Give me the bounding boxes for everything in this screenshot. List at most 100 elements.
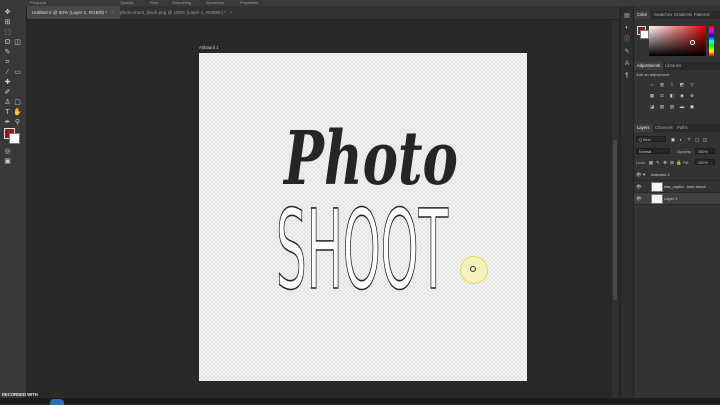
color-background-swatch[interactable] (640, 30, 649, 39)
marquee-tool-icon[interactable]: ⬚ (3, 29, 12, 37)
tab-libraries[interactable]: Libraries (662, 62, 684, 70)
scrollbar-thumb[interactable] (613, 140, 617, 300)
recorder-logo-icon (50, 399, 64, 405)
fill-field[interactable]: 100% (695, 159, 715, 165)
tab-label: photo shoot_black.png @ 100% (Layer 1, R… (120, 10, 227, 15)
recording-bar (0, 398, 720, 404)
hue-slider[interactable] (709, 26, 714, 56)
color-picker-field[interactable] (649, 26, 706, 56)
lock-pixels-icon[interactable]: ▦ (648, 160, 654, 165)
opacity-field[interactable]: 100% (695, 148, 715, 154)
background-color-swatch[interactable] (9, 133, 20, 144)
eraser-tool-icon[interactable]: ◫ (13, 39, 22, 47)
lock-position-icon[interactable]: ✥ (662, 160, 668, 165)
paragraph-icon[interactable]: ¶ (623, 72, 631, 80)
posterize-icon[interactable]: ▧ (659, 104, 665, 109)
character-icon[interactable]: A (623, 60, 631, 68)
lock-paint-icon[interactable]: ✎ (655, 160, 661, 165)
quick-mask-icon[interactable]: ◎ (3, 148, 12, 156)
filter-type-icon[interactable]: T (686, 137, 692, 142)
black-white-icon[interactable]: ◧ (669, 93, 675, 98)
vertical-scrollbar[interactable] (612, 20, 618, 398)
layer-thumbnail (651, 182, 663, 192)
history-icon[interactable]: ▤ (623, 12, 631, 20)
opacity-label: Opacity: (677, 149, 692, 154)
threshold-icon[interactable]: ▨ (669, 104, 675, 109)
tools-panel: ✥ ⊞ ⬚ ʘ ✎ ⌗ ⁄ ✚ ✐ ♙ T ✒ ◫ ▭ ▢ ✋ ⚲ ◎ ▣ (0, 6, 27, 398)
move-tool-icon[interactable]: ✥ (3, 9, 12, 17)
tab-color[interactable]: Color (634, 11, 651, 19)
layer-row[interactable]: 👁 Layer 1 (634, 193, 720, 205)
brightness-icon[interactable]: ☼ (649, 82, 655, 87)
invert-icon[interactable]: ◪ (649, 104, 655, 109)
tab-layers[interactable]: Layers (634, 124, 653, 132)
gradient-tool-icon[interactable]: ▭ (13, 69, 22, 77)
chevron-down-icon[interactable]: ▾ (643, 169, 648, 180)
panel-icon-strip: ▤ ◐ ⓘ ✎ A ¶ (621, 6, 634, 404)
tab-paths[interactable]: Paths (674, 124, 691, 132)
layer-name: Layer 1 (664, 196, 678, 201)
canvas-text-shoot: SHOOT (276, 196, 449, 296)
visibility-eye-icon[interactable]: 👁 (636, 169, 642, 180)
hue-saturation-icon[interactable]: ▦ (649, 93, 655, 98)
filter-adjustment-icon[interactable]: ◐ (678, 137, 684, 142)
curves-icon[interactable]: ⌇ (669, 82, 675, 87)
visibility-eye-icon[interactable]: 👁 (636, 181, 642, 192)
artboard-label[interactable]: Artboard 1 (199, 45, 219, 50)
type-tool-icon[interactable]: T (3, 109, 12, 117)
quick-select-tool-icon[interactable]: ✎ (3, 49, 12, 57)
close-icon[interactable]: × (230, 10, 233, 15)
filter-pixel-icon[interactable]: ▣ (670, 137, 676, 142)
tab-channels[interactable]: Channels (652, 124, 676, 132)
color-picker-marker[interactable] (690, 40, 695, 45)
filter-smart-icon[interactable]: ◫ (702, 137, 708, 142)
document-tab-bar: Untitled-2 @ 50% (Layer 1, RGB/8) * × pho… (26, 6, 620, 20)
photo-filter-icon[interactable]: ◉ (679, 93, 685, 98)
lock-all-icon[interactable]: 🔒 (676, 160, 682, 165)
channel-mixer-icon[interactable]: ⊕ (689, 93, 695, 98)
pen-tool-icon[interactable]: ✒ (3, 119, 12, 127)
zoom-tool-icon[interactable]: ⚲ (13, 119, 22, 127)
fill-label: Fill: (683, 160, 690, 165)
eyedropper-tool-icon[interactable]: ⁄ (3, 69, 12, 77)
selective-color-icon[interactable]: ◼ (689, 104, 695, 109)
photo-text: Photo (283, 116, 458, 202)
gradient-map-icon[interactable]: ▬ (679, 104, 685, 109)
recorded-with-label: RECORDED WITH (2, 392, 38, 397)
visibility-eye-icon[interactable]: 👁 (636, 193, 642, 204)
layer-thumbnail (651, 194, 663, 204)
stamp-tool-icon[interactable]: ♙ (3, 99, 12, 107)
info-icon[interactable]: ⓘ (623, 36, 631, 44)
tab-label: Untitled-2 @ 50% (Layer 1, RGB/8) * (32, 10, 108, 15)
shoot-text: SHOOT (276, 196, 448, 296)
layer-row[interactable]: 👁 raw_captur...hoto shoot (634, 181, 720, 193)
lock-label: Lock: (636, 160, 646, 165)
filter-shape-icon[interactable]: ▢ (694, 137, 700, 142)
right-panels: ▤ ◐ ⓘ ✎ A ¶ Color Swatches Gradients Pat… (620, 6, 720, 404)
brush-settings-icon[interactable]: ✎ (623, 48, 631, 56)
tab-adjustments[interactable]: Adjustments (634, 62, 664, 70)
exposure-icon[interactable]: ◩ (679, 82, 685, 87)
tab-patterns[interactable]: Patterns (691, 11, 713, 19)
lasso-tool-icon[interactable]: ʘ (3, 39, 12, 47)
artboard-tool-icon[interactable]: ⊞ (3, 19, 12, 27)
blend-mode-select[interactable]: Normal (636, 148, 670, 154)
vibrance-icon[interactable]: ▽ (689, 82, 695, 87)
brush-tool-icon[interactable]: ✐ (3, 89, 12, 97)
color-balance-icon[interactable]: ⚖ (659, 93, 665, 98)
canvas-text-photo: Photo (283, 116, 458, 202)
tab-photo-shoot-black[interactable]: photo shoot_black.png @ 100% (Layer 1, R… (114, 6, 239, 19)
lock-artboard-icon[interactable]: ⊞ (669, 160, 675, 165)
hand-tool-icon[interactable]: ✋ (13, 109, 22, 117)
levels-icon[interactable]: ▥ (659, 82, 665, 87)
tab-untitled-2[interactable]: Untitled-2 @ 50% (Layer 1, RGB/8) * × (26, 6, 120, 19)
layer-filter-select[interactable]: Q Kind (636, 136, 666, 142)
layer-name: raw_captur...hoto shoot (664, 184, 706, 189)
healing-tool-icon[interactable]: ✚ (3, 79, 12, 87)
properties-icon[interactable]: ◐ (623, 24, 631, 32)
layer-row[interactable]: 👁 ▾ Artboard 1 (634, 169, 720, 181)
shape-tool-icon[interactable]: ▢ (13, 99, 22, 107)
adjustments-hint: Add an adjustment (636, 72, 670, 77)
screen-mode-icon[interactable]: ▣ (3, 158, 12, 166)
crop-tool-icon[interactable]: ⌗ (3, 59, 12, 67)
